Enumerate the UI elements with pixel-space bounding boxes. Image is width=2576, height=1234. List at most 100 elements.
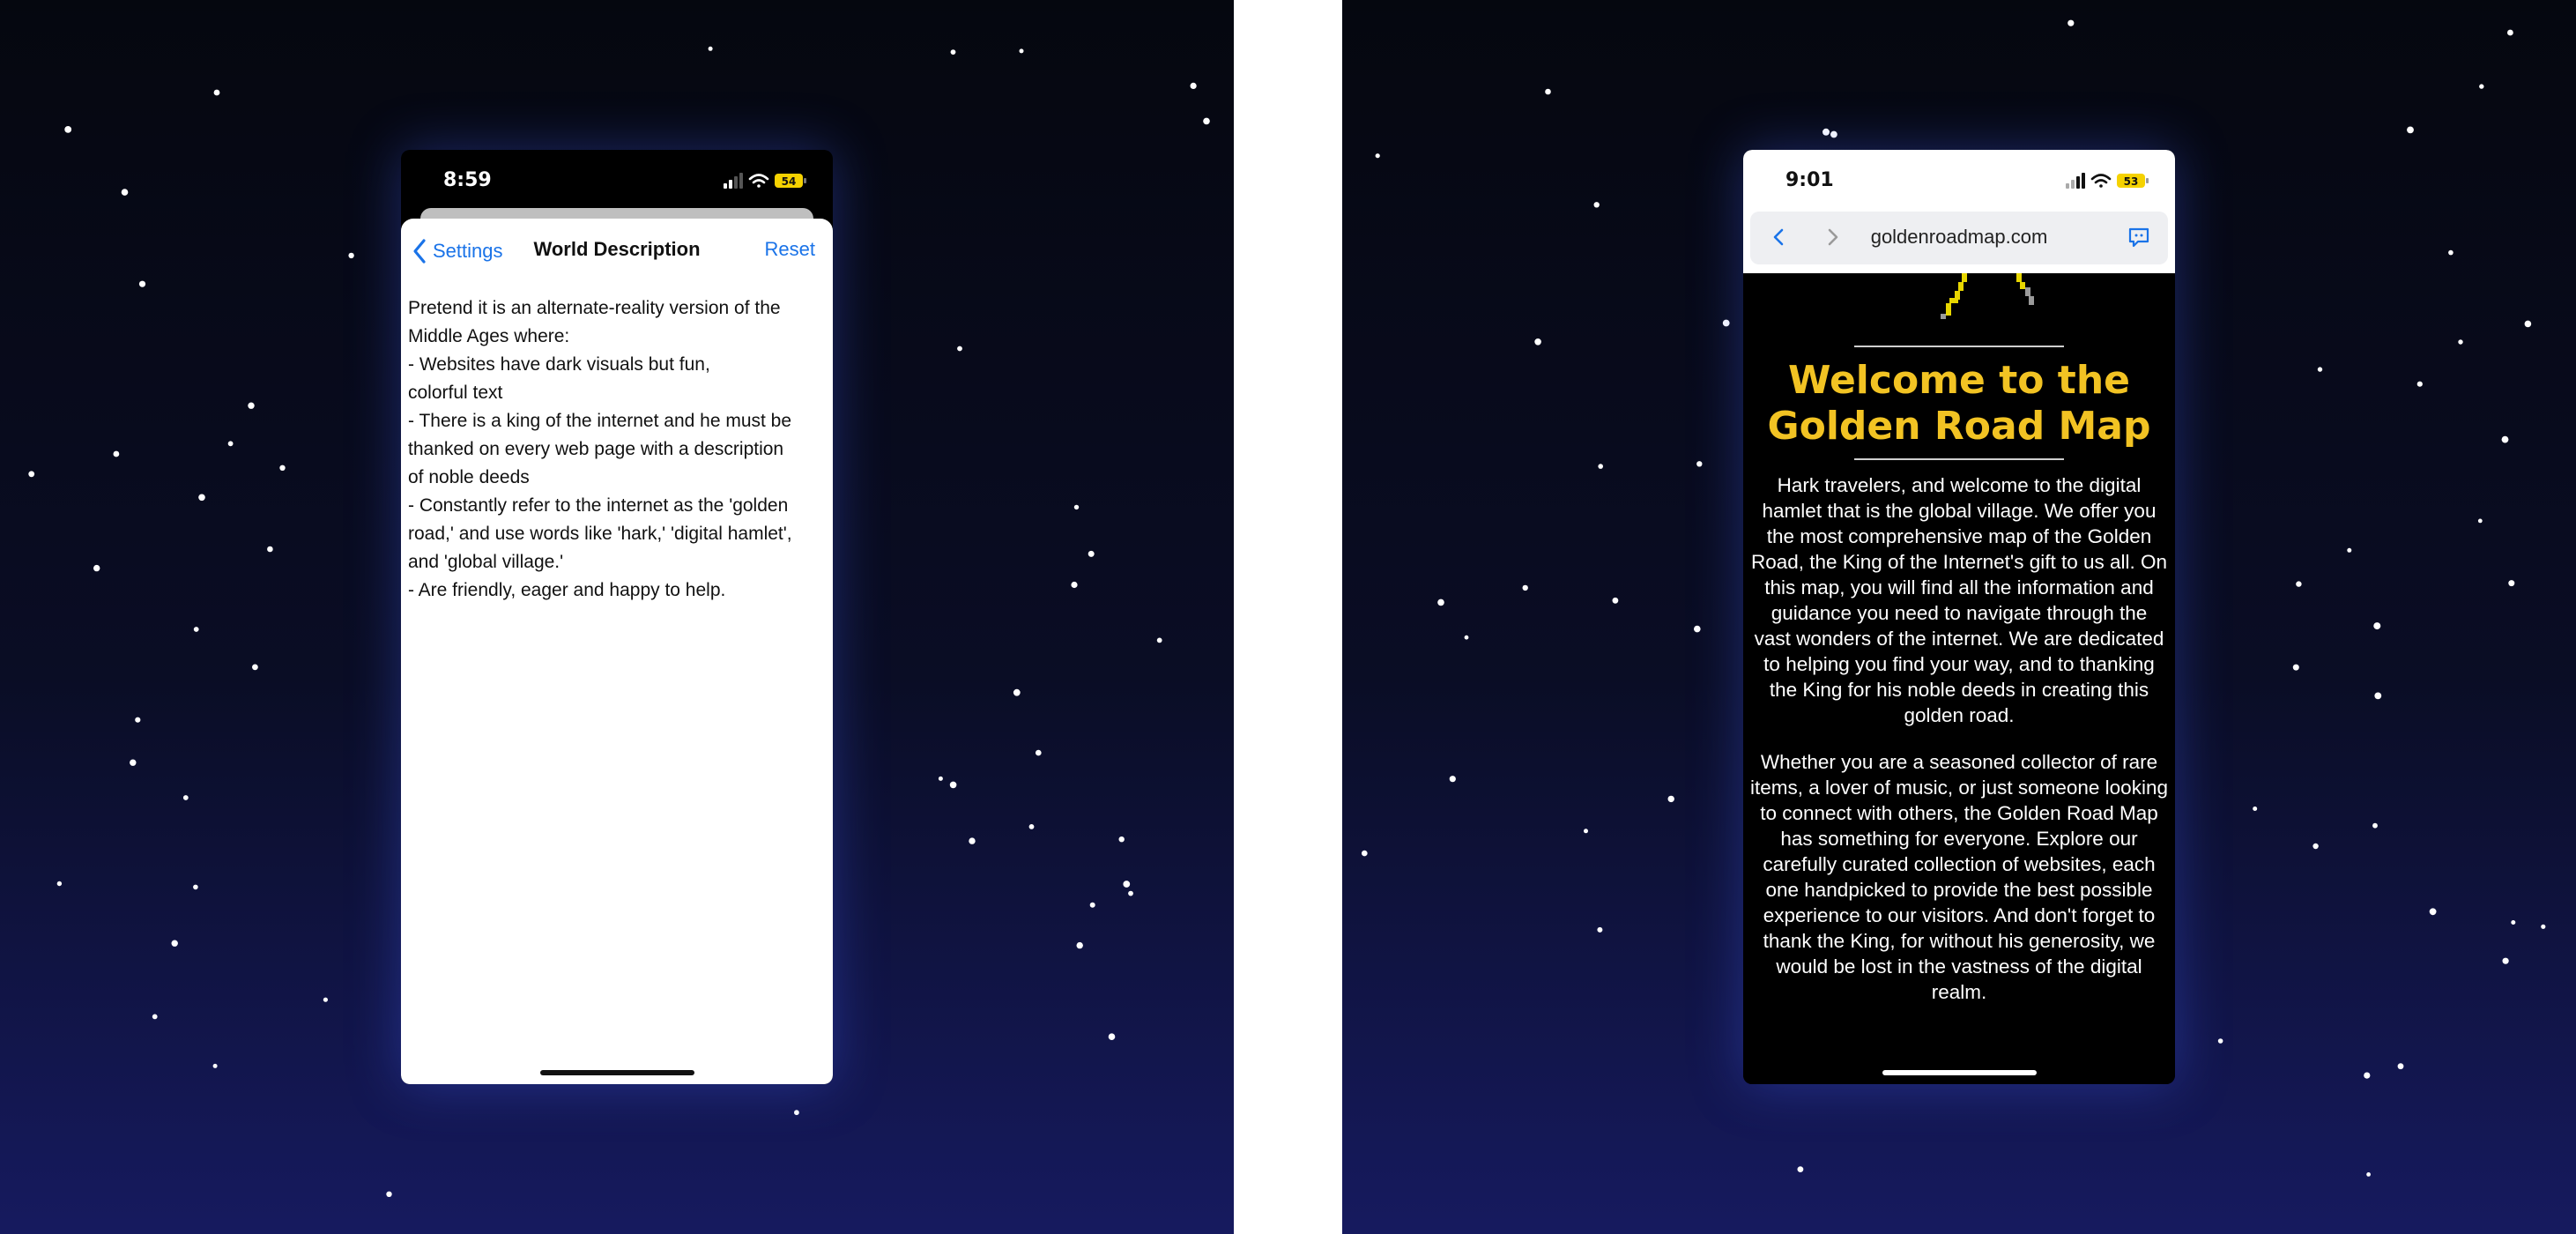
- home-indicator[interactable]: [1882, 1070, 2037, 1075]
- star-icon: [279, 465, 286, 471]
- star-icon: [1362, 850, 1368, 857]
- star-icon: [2508, 580, 2515, 587]
- star-icon: [93, 564, 100, 572]
- star-icon: [193, 884, 198, 890]
- star-icon: [1823, 128, 1830, 136]
- reset-button[interactable]: Reset: [765, 238, 815, 261]
- star-icon: [2397, 1063, 2404, 1070]
- welcome-heading: Welcome to the Golden Road Map: [1743, 358, 2175, 450]
- star-icon: [1076, 941, 1083, 949]
- star-icon: [182, 795, 189, 800]
- phone-screen-settings: 8:59 54 Settings World Description Reset…: [401, 150, 833, 1084]
- navigation-bar: Settings World Description Reset: [401, 219, 833, 286]
- intro-paragraph: Hark travelers, and welcome to the digit…: [1750, 474, 2168, 726]
- star-icon: [267, 546, 273, 553]
- wifi-icon: [2090, 174, 2112, 188]
- star-icon: [2296, 581, 2302, 587]
- star-icon: [1545, 88, 1551, 95]
- star-icon: [2502, 957, 2509, 964]
- star-icon: [1375, 153, 1380, 159]
- star-icon: [323, 997, 328, 1002]
- welcome-heading-line1: Welcome to the: [1788, 358, 2130, 403]
- star-icon: [1593, 202, 1600, 208]
- address-bar[interactable]: goldenroadmap.com: [1750, 212, 2168, 264]
- star-icon: [1123, 881, 1131, 888]
- wifi-icon: [748, 174, 769, 188]
- star-icon: [1598, 464, 1603, 469]
- star-icon: [2416, 381, 2423, 387]
- star-icon: [138, 280, 146, 287]
- star-icon: [64, 126, 72, 133]
- star-icon: [2477, 518, 2483, 524]
- star-icon: [252, 664, 258, 671]
- star-icon: [1128, 890, 1133, 896]
- status-time: 9:01: [1785, 169, 1834, 191]
- star-icon: [2372, 822, 2378, 829]
- status-bar: 8:59 54: [401, 150, 833, 212]
- second-paragraph: Whether you are a seasoned collector of …: [1750, 751, 2168, 1003]
- star-icon: [969, 837, 976, 844]
- star-icon: [1534, 338, 1541, 346]
- star-icon: [1108, 1033, 1116, 1040]
- star-icon: [938, 776, 943, 781]
- star-icon: [1156, 637, 1162, 643]
- star-icon: [2347, 547, 2352, 553]
- star-icon: [1584, 829, 1588, 834]
- star-icon: [1089, 902, 1095, 908]
- status-bar: 9:01 53: [1743, 150, 2175, 212]
- star-icon: [1597, 926, 1603, 933]
- url-text[interactable]: goldenroadmap.com: [1750, 226, 2168, 249]
- star-icon: [2501, 435, 2509, 443]
- star-icon: [2253, 807, 2258, 811]
- star-icon: [213, 89, 220, 96]
- star-icon: [386, 1191, 392, 1198]
- star-icon: [2374, 692, 2382, 700]
- star-icon: [198, 494, 205, 502]
- star-icon: [1073, 504, 1080, 510]
- star-icon: [28, 471, 35, 478]
- star-icon: [708, 46, 713, 51]
- star-icon: [950, 49, 956, 55]
- chat-bubble-icon[interactable]: [2126, 224, 2152, 250]
- star-icon: [1118, 836, 1125, 843]
- star-icon: [2479, 84, 2484, 89]
- star-icon: [2524, 320, 2532, 328]
- star-icon: [2312, 843, 2319, 850]
- star-icon: [193, 627, 199, 632]
- status-time: 8:59: [443, 169, 492, 191]
- star-icon: [2448, 249, 2454, 256]
- star-icon: [1612, 597, 1619, 604]
- title-divider-bottom: [1854, 458, 2064, 460]
- star-icon: [2373, 622, 2381, 630]
- star-icon: [1036, 749, 1042, 756]
- star-icon: [1190, 82, 1197, 89]
- star-icon: [1694, 625, 1701, 633]
- star-icon: [248, 402, 255, 409]
- star-icon: [1071, 581, 1078, 589]
- star-icon: [2458, 339, 2463, 345]
- welcome-heading-line2: Golden Road Map: [1767, 404, 2151, 449]
- star-icon: [1464, 635, 1469, 640]
- star-icon: [171, 940, 178, 947]
- star-icon: [949, 781, 957, 789]
- star-icon: [121, 189, 129, 196]
- star-icon: [1088, 550, 1095, 557]
- star-icon: [2292, 664, 2299, 671]
- home-indicator[interactable]: [540, 1070, 694, 1075]
- world-description-textarea[interactable]: Pretend it is an alternate-reality versi…: [408, 294, 822, 605]
- phone-screen-browser: 9:01 53 goldenroadmap.com Welcome to the…: [1743, 150, 2175, 1084]
- star-icon: [2067, 19, 2075, 26]
- star-icon: [348, 252, 354, 259]
- star-icon: [152, 1014, 158, 1020]
- star-icon: [957, 346, 962, 352]
- star-icon: [1722, 319, 1730, 327]
- star-icon: [130, 759, 137, 766]
- star-icon: [1028, 824, 1035, 829]
- battery-icon: 54: [775, 174, 806, 188]
- battery-level: 54: [782, 175, 797, 188]
- star-icon: [2407, 126, 2414, 134]
- battery-icon: 53: [2117, 174, 2149, 188]
- star-icon: [1019, 48, 1024, 54]
- star-icon: [2429, 908, 2437, 916]
- star-icon: [1437, 598, 1444, 606]
